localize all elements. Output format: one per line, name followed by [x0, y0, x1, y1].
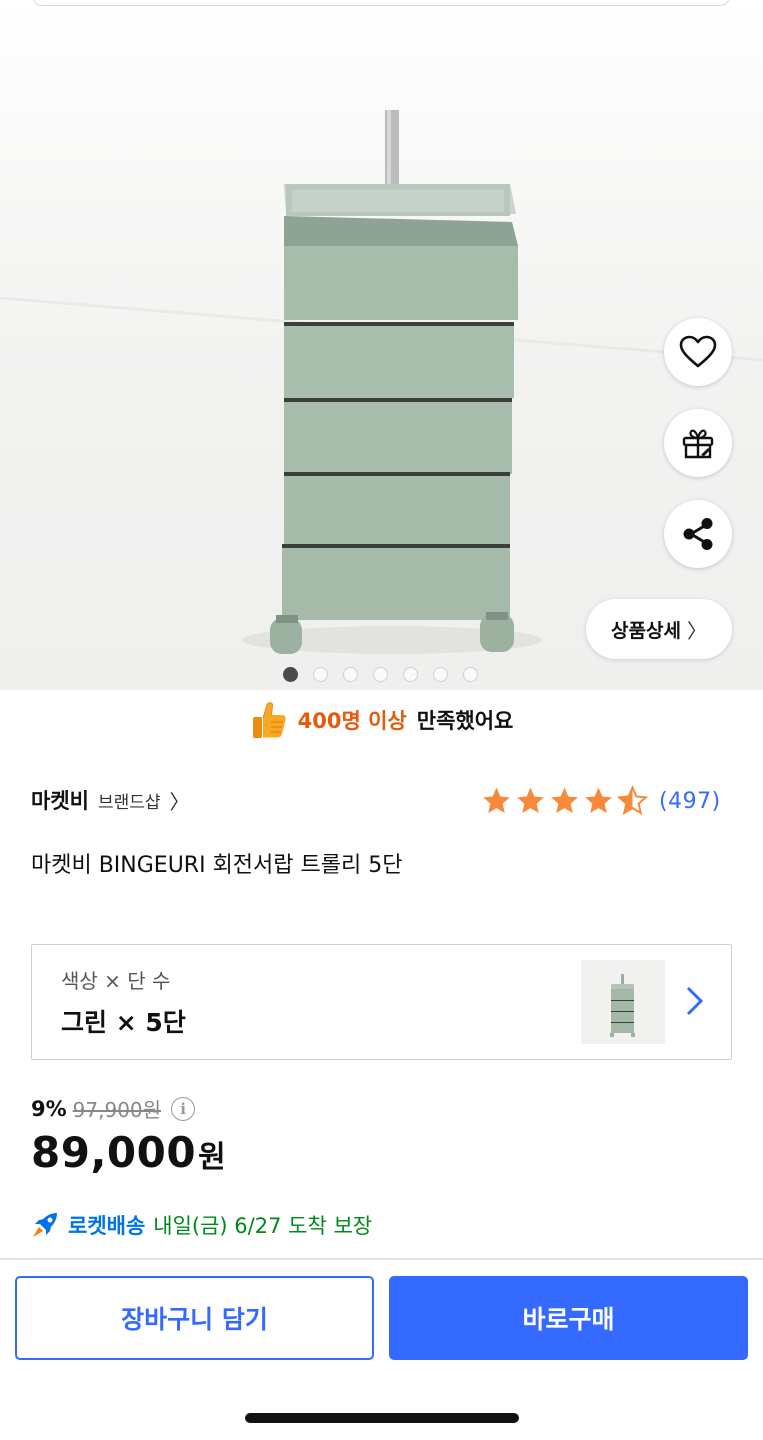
chevron-right-icon: 〉 [686, 618, 707, 643]
buy-now-button[interactable]: 바로구매 [389, 1276, 748, 1360]
share-button[interactable] [664, 500, 732, 568]
star-icon [585, 787, 612, 813]
gift-icon [682, 429, 714, 459]
option-thumbnail [581, 960, 665, 1044]
add-to-cart-button[interactable]: 장바구니 담기 [15, 1276, 374, 1360]
product-photo [0, 110, 763, 654]
star-icon [483, 787, 510, 813]
carousel-dot[interactable] [403, 667, 418, 682]
option-selector[interactable]: 색상 × 단 수 그린 × 5단 [31, 944, 732, 1060]
delivery-date-text: 내일(금) 6/27 도착 보장 [153, 1214, 373, 1238]
star-rating [480, 785, 649, 817]
satisfaction-banner: 400명 이상 만족했어요 [0, 697, 763, 743]
carousel-dot[interactable] [313, 667, 328, 682]
gift-button[interactable] [664, 409, 732, 477]
product-detail-label: 상품상세 [611, 619, 681, 642]
wishlist-button[interactable] [664, 318, 732, 386]
rocket-delivery-badge: 로켓배송 [68, 1214, 146, 1238]
thumbs-up-icon [252, 702, 286, 738]
satisfaction-text: 만족했어요 [416, 709, 514, 733]
heart-icon [679, 335, 717, 368]
sale-price: 89,000 원 [31, 1128, 226, 1177]
carousel-dot[interactable] [283, 667, 298, 682]
product-detail-button[interactable]: 상품상세 〉 [586, 599, 732, 659]
rocket-icon [33, 1213, 57, 1237]
brand-name: 마켓비 [31, 789, 89, 813]
sale-price-number: 89,000 [31, 1128, 197, 1177]
option-value: 그린 × 5단 [61, 1008, 186, 1037]
half-star-icon [616, 785, 649, 816]
product-title: 마켓비 BINGEURI 회전서랍 트롤리 5단 [31, 853, 403, 878]
discount-rate: 9% [31, 1096, 67, 1121]
share-icon [683, 518, 713, 550]
original-price: 97,900원 [72, 1098, 162, 1122]
chevron-right-icon: 〉 [169, 789, 190, 814]
carousel-dot[interactable] [343, 667, 358, 682]
option-label: 색상 × 단 수 [61, 969, 171, 993]
carousel-dot[interactable] [373, 667, 388, 682]
brand-shop-label: 브랜드샵 [97, 792, 161, 813]
satisfaction-count: 400명 이상 [297, 709, 407, 733]
carousel-dots [283, 667, 478, 682]
brand-shop-link[interactable]: 마켓비 브랜드샵 〉 [31, 785, 190, 815]
home-indicator[interactable] [245, 1413, 519, 1423]
product-image-carousel[interactable]: 상품상세 〉 [0, 0, 763, 690]
rating-summary[interactable]: (497) [480, 785, 721, 817]
carousel-dot[interactable] [463, 667, 478, 682]
bottom-bar-divider [0, 1258, 763, 1260]
review-count: (497) [659, 788, 721, 814]
chevron-right-icon [686, 986, 704, 1016]
sale-price-unit: 원 [198, 1140, 226, 1175]
carousel-dot[interactable] [433, 667, 448, 682]
delivery-info: 로켓배송 내일(금) 6/27 도착 보장 [30, 1210, 372, 1240]
info-icon[interactable]: i [171, 1096, 196, 1121]
star-icon [551, 787, 578, 813]
discount-row: 9% 97,900원 i [31, 1094, 196, 1123]
star-icon [517, 787, 544, 813]
